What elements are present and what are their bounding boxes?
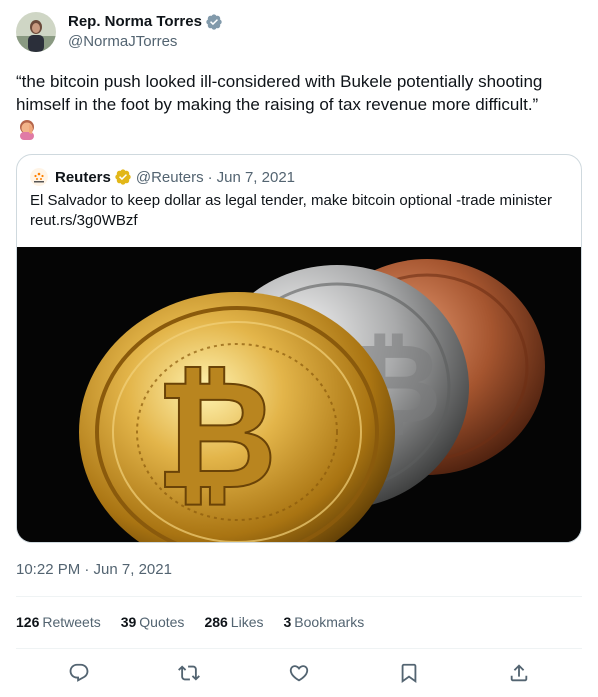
retweets-stat[interactable]: 126 Retweets — [16, 612, 101, 632]
quotes-count: 39 — [120, 614, 137, 630]
author-handle[interactable]: @NormaJTorres — [68, 32, 223, 52]
reply-icon — [69, 663, 89, 682]
retweets-count: 126 — [16, 614, 40, 630]
quoted-tweet-link[interactable]: reut.rs/3g0WBzf — [30, 211, 570, 231]
reply-button[interactable] — [62, 656, 96, 690]
author-avatar[interactable] — [16, 12, 56, 52]
divider — [16, 648, 582, 649]
author-name[interactable]: Rep. Norma Torres — [68, 12, 202, 32]
verified-badge-icon — [206, 14, 222, 30]
quoted-author-handle: @Reuters — [135, 168, 204, 186]
likes-count: 286 — [204, 614, 228, 630]
quoted-tweet-text: El Salvador to keep dollar as legal tend… — [30, 191, 570, 231]
reuters-avatar — [30, 168, 48, 186]
quotes-stat[interactable]: 39 Quotes — [121, 612, 185, 632]
quoted-tweet-headline: El Salvador to keep dollar as legal tend… — [30, 192, 552, 209]
quoted-author-name: Reuters — [55, 168, 111, 186]
tweet-timestamp[interactable]: 10:22 PM · Jun 7, 2021 — [16, 560, 172, 580]
svg-text:₿: ₿ — [155, 349, 277, 523]
quoted-tweet-header: Reuters @Reuters · Jun 7, 2021 — [30, 167, 295, 187]
bitcoin-coins-photo[interactable]: ₿ ₿ — [17, 247, 581, 542]
bookmarks-label: Bookmarks — [294, 614, 365, 630]
share-button[interactable] — [502, 656, 536, 690]
face-palm-woman-emoji — [20, 120, 34, 140]
quoted-tweet-card[interactable]: Reuters @Reuters · Jun 7, 2021 El Salvad… — [16, 154, 582, 543]
like-icon — [289, 665, 309, 682]
retweet-icon — [178, 665, 200, 681]
retweet-button[interactable] — [172, 656, 206, 690]
action-bar — [16, 656, 582, 690]
quotes-label: Quotes — [139, 614, 185, 630]
bookmark-button[interactable] — [392, 656, 426, 690]
tweet-text: “the bitcoin push looked ill-considered … — [16, 72, 543, 114]
tweet-header: Rep. Norma Torres @NormaJTorres — [16, 12, 582, 52]
divider — [16, 596, 582, 597]
gold-verified-badge-icon — [115, 169, 131, 185]
bookmark-icon — [401, 663, 417, 684]
bookmarks-count: 3 — [283, 614, 292, 630]
likes-stat[interactable]: 286 Likes — [204, 612, 263, 632]
likes-label: Likes — [230, 614, 264, 630]
bookmarks-stat[interactable]: 3 Bookmarks — [283, 612, 364, 632]
share-icon — [510, 664, 528, 682]
quoted-tweet-date: Jun 7, 2021 — [216, 168, 296, 186]
retweets-label: Retweets — [42, 614, 101, 630]
like-button[interactable] — [282, 656, 316, 690]
separator-dot: · — [207, 168, 213, 186]
engagement-stats: 126 Retweets 39 Quotes 286 Likes 3 Bookmarks — [16, 612, 384, 632]
